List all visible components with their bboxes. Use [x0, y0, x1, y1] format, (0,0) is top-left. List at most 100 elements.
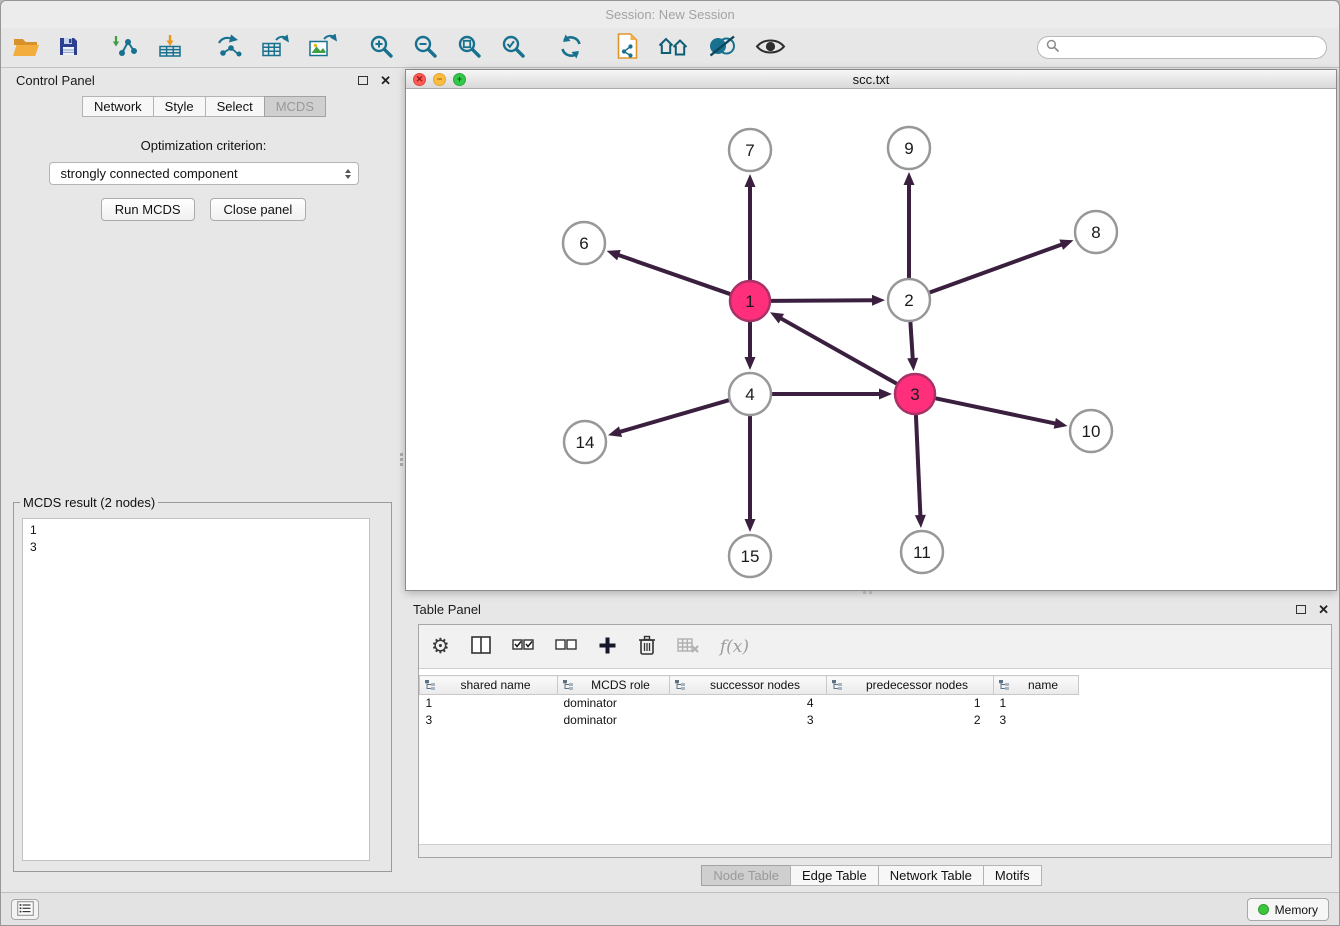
tab-node-table[interactable]: Node Table: [701, 865, 791, 886]
graph-edge[interactable]: [619, 400, 729, 432]
column-header-successor-nodes[interactable]: successor nodes: [670, 676, 827, 695]
float-table-panel-icon[interactable]: [1296, 605, 1306, 614]
graph-edge[interactable]: [930, 244, 1063, 293]
export-network-icon: [215, 34, 243, 61]
network-window-titlebar[interactable]: ✕ − + scc.txt: [406, 70, 1336, 89]
float-panel-icon[interactable]: [358, 76, 368, 85]
criterion-dropdown[interactable]: strongly connected component: [49, 162, 359, 185]
function-builder-button[interactable]: f(x): [720, 637, 749, 657]
columns-icon: [471, 636, 491, 657]
cell-mcds-role[interactable]: dominator: [558, 712, 670, 729]
tab-edge-table[interactable]: Edge Table: [790, 865, 879, 886]
zoom-selected-button[interactable]: [499, 32, 528, 64]
application-window: Session: New Session Control Panel ✕: [0, 0, 1340, 926]
table-horizontal-scrollbar[interactable]: [419, 844, 1331, 857]
network-canvas[interactable]: 1234678910111415: [406, 90, 1336, 590]
zoom-fit-icon: [457, 34, 482, 62]
cell-predecessor-nodes[interactable]: 1: [827, 695, 994, 712]
zoom-window-icon[interactable]: +: [453, 73, 466, 86]
graph-node-label: 10: [1082, 422, 1101, 441]
import-network-button[interactable]: [109, 32, 140, 63]
control-panel-header: Control Panel ✕: [8, 69, 399, 91]
delete-table-button[interactable]: [677, 636, 699, 657]
zoom-out-button[interactable]: [411, 32, 440, 64]
zoom-selected-icon: [501, 34, 526, 62]
cell-predecessor-nodes[interactable]: 2: [827, 712, 994, 729]
graph-edge[interactable]: [936, 398, 1057, 423]
graph-edge[interactable]: [617, 255, 730, 295]
cell-name[interactable]: 1: [994, 695, 1079, 712]
optimization-criterion-label: Optimization criterion:: [8, 138, 399, 153]
import-table-button[interactable]: [155, 32, 185, 63]
select-all-columns-button[interactable]: [512, 637, 534, 656]
table-panel-title: Table Panel: [413, 602, 481, 617]
home-networks-button[interactable]: [656, 33, 691, 62]
table-row[interactable]: 1 dominator 4 1 1: [420, 695, 1079, 712]
export-network-button[interactable]: [213, 32, 245, 63]
cell-name[interactable]: 3: [994, 712, 1079, 729]
graph-svg[interactable]: 1234678910111415: [406, 90, 1336, 590]
zoom-in-button[interactable]: [367, 32, 396, 64]
titlebar[interactable]: Session: New Session: [1, 1, 1339, 28]
cell-successor-nodes[interactable]: 4: [670, 695, 827, 712]
show-columns-button[interactable]: [471, 636, 491, 657]
vertical-splitter-handle[interactable]: [400, 453, 403, 456]
search-input[interactable]: [1064, 40, 1318, 55]
graph-edge[interactable]: [910, 322, 912, 360]
tab-network[interactable]: Network: [82, 96, 154, 117]
minimize-window-icon[interactable]: −: [433, 73, 446, 86]
close-panel-icon[interactable]: ✕: [380, 74, 391, 87]
zoom-fit-button[interactable]: [455, 32, 484, 64]
table-row[interactable]: 3 dominator 3 2 3: [420, 712, 1079, 729]
graph-node-label: 8: [1091, 223, 1100, 242]
graph-edge[interactable]: [780, 318, 897, 384]
eye-icon: [755, 37, 786, 59]
column-header-shared-name[interactable]: shared name: [420, 676, 558, 695]
cell-shared-name[interactable]: 3: [420, 712, 558, 729]
export-image-button[interactable]: [307, 32, 339, 63]
graph-node-label: 4: [745, 385, 754, 404]
add-column-button[interactable]: [598, 636, 617, 658]
gear-icon: ⚙: [431, 636, 450, 657]
close-panel-button[interactable]: Close panel: [210, 198, 307, 221]
tab-mcds[interactable]: MCDS: [264, 96, 326, 117]
graph-edge[interactable]: [771, 300, 874, 301]
close-table-panel-icon[interactable]: ✕: [1318, 603, 1329, 616]
deselect-all-columns-button[interactable]: [555, 637, 577, 656]
tab-select[interactable]: Select: [205, 96, 265, 117]
search-box[interactable]: [1037, 36, 1327, 59]
cell-mcds-role[interactable]: dominator: [558, 695, 670, 712]
delete-column-button[interactable]: [638, 635, 656, 658]
memory-status-icon: [1258, 904, 1269, 915]
column-header-predecessor-nodes[interactable]: predecessor nodes: [827, 676, 994, 695]
cell-successor-nodes[interactable]: 3: [670, 712, 827, 729]
horizontal-splitter-handle[interactable]: [863, 591, 866, 594]
tab-network-table[interactable]: Network Table: [878, 865, 984, 886]
refresh-button[interactable]: [556, 32, 586, 64]
graph-edge-arrow: [1059, 239, 1073, 249]
export-table-button[interactable]: [260, 32, 292, 63]
cell-shared-name[interactable]: 1: [420, 695, 558, 712]
run-mcds-button[interactable]: Run MCDS: [101, 198, 195, 221]
graph-edge-arrow: [915, 515, 926, 528]
memory-button[interactable]: Memory: [1247, 898, 1329, 921]
column-header-mcds-role[interactable]: MCDS role: [558, 676, 670, 695]
mcds-result-text[interactable]: 1 3: [22, 518, 370, 861]
table-settings-button[interactable]: ⚙: [431, 636, 450, 657]
control-panel-tabs: NetworkStyleSelectMCDS: [8, 96, 399, 117]
save-session-button[interactable]: [56, 34, 81, 62]
network-document-button[interactable]: [614, 31, 641, 64]
show-details-button[interactable]: [753, 35, 788, 61]
task-history-button[interactable]: [11, 899, 39, 920]
main-toolbar: [1, 28, 1339, 68]
export-image-icon: [309, 34, 337, 61]
tab-motifs[interactable]: Motifs: [983, 865, 1042, 886]
column-header-name[interactable]: name: [994, 676, 1079, 695]
graph-edge[interactable]: [916, 415, 921, 517]
close-window-icon[interactable]: ✕: [413, 73, 426, 86]
style-painter-button[interactable]: [706, 33, 738, 62]
open-session-button[interactable]: [11, 34, 41, 62]
tab-style[interactable]: Style: [153, 96, 206, 117]
graph-edge-arrow: [907, 358, 918, 371]
fx-icon: f(x): [720, 637, 749, 657]
